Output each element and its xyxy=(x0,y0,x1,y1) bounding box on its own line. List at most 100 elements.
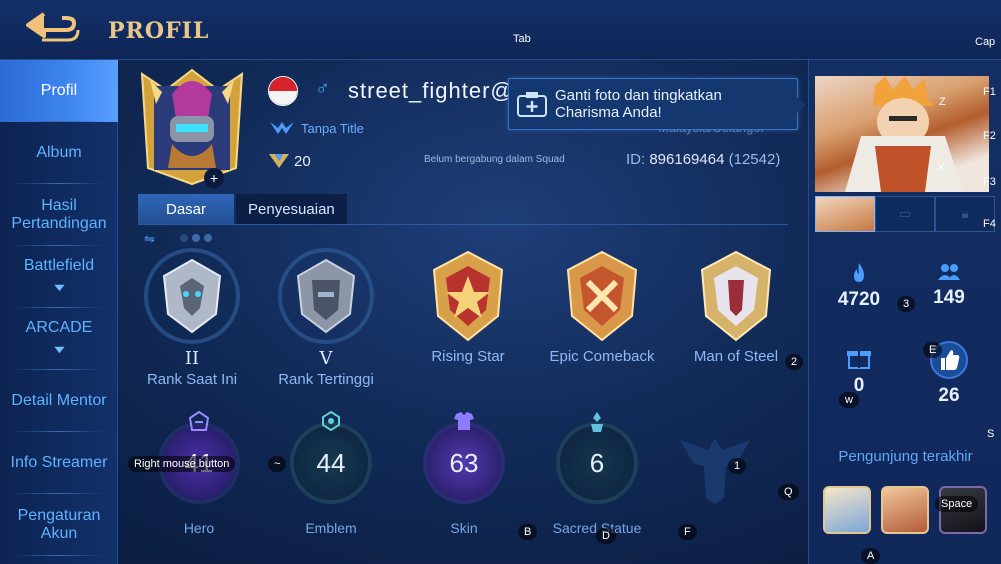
badge-label: Man of Steel xyxy=(693,348,779,365)
rank-tier: II xyxy=(184,348,200,369)
back-button[interactable] xyxy=(22,10,88,50)
likes-stat[interactable]: 26 xyxy=(909,340,989,407)
top-bar: PROFIL Tab Cap xyxy=(0,0,1001,60)
hero-helmet-icon xyxy=(188,410,210,431)
country-flag-icon xyxy=(268,76,298,106)
sidebar-item-arcade[interactable]: ARCADE ▼ xyxy=(0,308,118,370)
emblem-icon xyxy=(322,410,340,432)
add-icon[interactable]: + xyxy=(204,168,224,188)
sidebar: Profil Album Hasil Pertandingan Battlefi… xyxy=(0,60,118,564)
server-id: (12542) xyxy=(728,151,781,168)
followers-stat[interactable]: 149 xyxy=(909,262,989,309)
chevron-down-icon: ▼ xyxy=(50,282,68,294)
stat-label: Hero xyxy=(183,520,215,536)
badge-rising-star[interactable]: Rising Star xyxy=(408,246,528,365)
sidebar-item-pengaturan-akun[interactable]: Pengaturan Akun xyxy=(0,494,118,556)
sidebar-item-detail-mentor[interactable]: Detail Mentor xyxy=(0,370,118,432)
rank-silver-icon xyxy=(144,248,240,344)
badge-man-of-steel[interactable]: Man of Steel xyxy=(676,246,796,365)
badge-rank-current[interactable]: II Rank Saat Ini xyxy=(132,246,252,388)
sidebar-item-label: Pengaturan Akun xyxy=(17,507,101,542)
hotkey-b: B xyxy=(518,524,538,540)
hotkey-f4: F4 xyxy=(983,218,996,230)
recent-visitors-title: Pengunjung terakhir xyxy=(838,448,973,465)
sidebar-item-label: Battlefield xyxy=(23,257,95,274)
photo-thumb-2[interactable]: ▭ xyxy=(875,196,935,232)
sidebar-item-profil[interactable]: Profil xyxy=(0,60,118,122)
sidebar-item-hasil-pertandingan[interactable]: Hasil Pertandingan xyxy=(0,184,118,246)
back-arrow-icon xyxy=(26,12,80,42)
stat-label: Emblem xyxy=(305,520,357,536)
visitor-avatar[interactable] xyxy=(823,486,871,534)
stat-skin[interactable]: 63 Skin xyxy=(409,412,519,536)
sidebar-item-label: Profil xyxy=(40,82,78,99)
hotkey-w: w xyxy=(839,392,859,408)
username: street_fighter@ xyxy=(348,78,514,103)
epic-comeback-icon xyxy=(566,250,638,342)
sidebar-item-battlefield[interactable]: Battlefield ▼ xyxy=(0,246,118,308)
badge-epic-comeback[interactable]: Epic Comeback xyxy=(542,246,662,365)
camera-icon: ▭ xyxy=(898,206,912,221)
stat-ring: 44 xyxy=(294,410,368,500)
profile-photo[interactable] xyxy=(815,76,989,192)
player-title: Tanpa Title xyxy=(301,121,364,136)
rising-star-icon xyxy=(432,250,504,342)
hotkey-3: 3 xyxy=(897,296,916,312)
sidebar-item-label: Album xyxy=(36,144,82,161)
stat-value: 44 xyxy=(316,447,346,478)
avatar-portrait-icon xyxy=(140,68,244,186)
stat-hero[interactable]: 41 Hero xyxy=(144,410,254,536)
title-wings-icon xyxy=(270,122,294,134)
hotkey-s: S xyxy=(987,428,995,440)
hotkey-f: F xyxy=(678,524,697,540)
swap-icon[interactable]: ⇋ xyxy=(144,231,155,247)
hotkey-f1: F1 xyxy=(983,86,996,98)
popularity-value: 4720 xyxy=(837,289,881,310)
hotkey-z: Z xyxy=(939,96,946,108)
flame-icon xyxy=(854,263,864,282)
badge-label: Rank Tertinggi xyxy=(278,371,374,388)
hotkey-tilde: ~ xyxy=(268,456,287,472)
hotkey-d: D xyxy=(596,528,616,544)
profile-main: + ♂ street_fighter@ Tanpa Title 20 Belum… xyxy=(118,60,808,564)
gifts-stat[interactable]: 0 xyxy=(819,346,899,397)
hotkey-a: A xyxy=(861,548,881,564)
gifts-value: 0 xyxy=(853,375,865,396)
followers-icon xyxy=(938,264,960,280)
sidebar-item-info-streamer[interactable]: Info Streamer xyxy=(0,432,118,494)
visitor-avatar[interactable] xyxy=(881,486,929,534)
hotkey-e: E xyxy=(923,342,943,358)
sidebar-item-label: Hasil Pertandingan xyxy=(11,197,107,232)
sidebar-item-label: Detail Mentor xyxy=(11,392,107,409)
hotkey-space: Space xyxy=(935,496,979,512)
rank-tier: V xyxy=(319,348,333,369)
badge-label: Rising Star xyxy=(431,348,505,365)
photo-thumb-1[interactable] xyxy=(815,196,875,232)
gift-icon xyxy=(847,351,871,369)
level-icon xyxy=(269,154,289,168)
divider xyxy=(138,224,788,225)
player-id[interactable]: ID: 896169464 (12542) xyxy=(626,151,780,168)
followers-value: 149 xyxy=(933,287,965,308)
tab-penyesuaian[interactable]: Penyesuaian xyxy=(236,194,347,224)
man-of-steel-icon xyxy=(700,250,772,342)
avatar[interactable] xyxy=(136,68,248,186)
profile-photo-image xyxy=(845,76,963,192)
hotkey-2: 2 xyxy=(785,354,804,370)
hotkey-1: 1 xyxy=(728,458,747,474)
id-number: 896169464 xyxy=(649,151,725,168)
hotkey-f2: F2 xyxy=(983,130,996,142)
rank-steel-icon xyxy=(278,248,374,344)
tab-dasar[interactable]: Dasar xyxy=(138,194,235,224)
squad-status: Belum bergabung dalam Squad xyxy=(424,154,565,165)
sidebar-item-label: ARCADE xyxy=(25,319,93,336)
hotkey-cap: Cap xyxy=(975,36,996,48)
stat-emblem[interactable]: 44 Emblem xyxy=(276,410,386,536)
badge-label: Epic Comeback xyxy=(549,348,655,365)
stat-value: 63 xyxy=(449,447,479,478)
badge-rank-highest[interactable]: V Rank Tertinggi xyxy=(266,246,386,388)
change-photo-tooltip[interactable]: Ganti foto dan tingkatkan Charisma Anda! xyxy=(508,78,806,130)
statue-icon xyxy=(591,412,603,432)
sidebar-item-album[interactable]: Album xyxy=(0,122,118,184)
stat-sacred-statue[interactable]: 6 Sacred Statue xyxy=(542,412,652,536)
